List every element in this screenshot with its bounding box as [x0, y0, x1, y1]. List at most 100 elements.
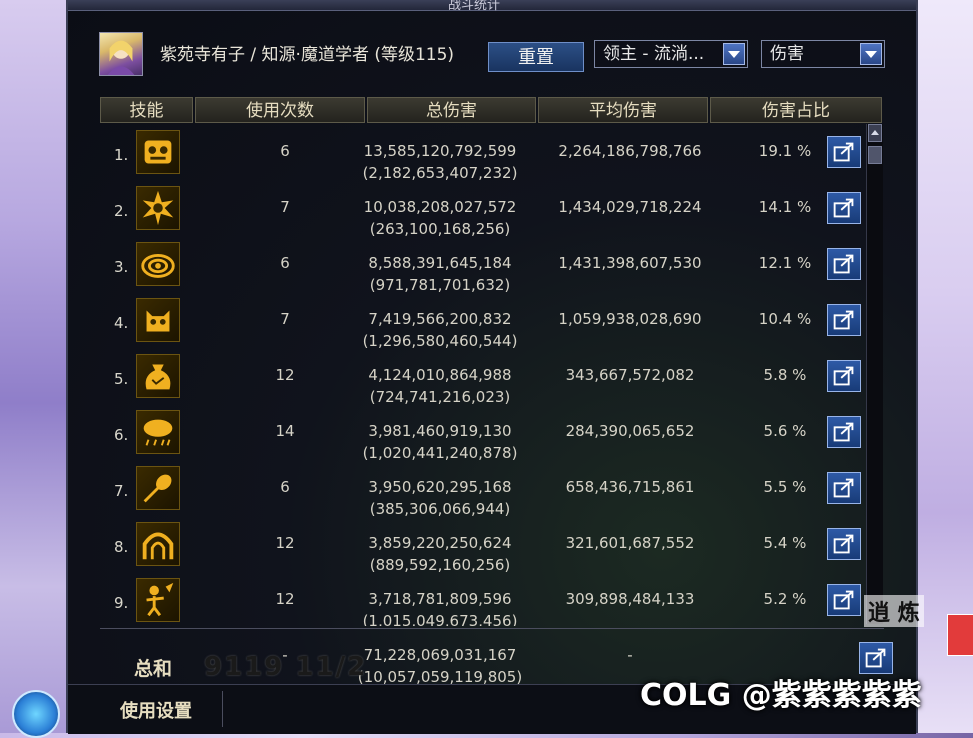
row-damage-share: 10.4 %	[758, 310, 812, 328]
row-rank: 3.	[114, 258, 129, 276]
skill-table: 1. 6 13,585,120,792,599 (2,182,653,407,2…	[100, 126, 884, 626]
header-skill[interactable]: 技能	[100, 97, 193, 123]
row-total-damage: 3,950,620,295,168 (385,306,066,944)	[330, 476, 550, 520]
row-avg-damage: 658,436,715,861	[565, 478, 695, 496]
table-row[interactable]: 6. 14 3,981,460,919,130 (1,020,441,240,8…	[100, 406, 884, 462]
share-button[interactable]	[827, 360, 861, 392]
metric-select-value: 伤害	[770, 44, 804, 64]
sack-skill-icon	[136, 354, 180, 398]
arch-skill-icon	[136, 522, 180, 566]
table-row[interactable]: 4. 7 7,419,566,200,832 (1,296,580,460,54…	[100, 294, 884, 350]
table-row[interactable]: 9. 12 3,718,781,809,596 (1,015,049,673,4…	[100, 574, 884, 626]
target-select-value: 领主 - 流淌...	[603, 44, 705, 64]
row-rank: 6.	[114, 426, 129, 444]
share-button[interactable]	[827, 136, 861, 168]
character-portrait-icon	[107, 40, 135, 75]
row-avg-damage: 321,601,687,552	[565, 534, 695, 552]
scroll-thumb[interactable]	[868, 146, 882, 164]
row-avg-damage: 343,667,572,082	[565, 366, 695, 384]
header-damage-share[interactable]: 伤害占比	[710, 97, 882, 123]
chevron-down-icon[interactable]	[723, 43, 745, 65]
row-damage-share: 5.6 %	[763, 422, 807, 440]
row-rank: 4.	[114, 314, 129, 332]
share-icon	[833, 478, 854, 498]
total-sub-value: (889,592,160,256)	[369, 556, 511, 574]
share-button[interactable]	[827, 528, 861, 560]
vortex-skill-icon	[136, 242, 180, 286]
share-button[interactable]	[827, 192, 861, 224]
total-value: 8,588,391,645,184	[368, 254, 512, 272]
metric-select[interactable]: 伤害	[761, 40, 885, 68]
total-value: 3,981,460,919,130	[368, 422, 512, 440]
header-uses[interactable]: 使用次数	[195, 97, 365, 123]
robot-skill-icon	[136, 130, 180, 174]
share-icon	[833, 254, 854, 274]
table-row[interactable]: 5. 12 4,124,010,864,988 (724,741,216,023…	[100, 350, 884, 406]
row-rank: 2.	[114, 202, 129, 220]
share-button[interactable]	[827, 248, 861, 280]
share-icon	[833, 422, 854, 442]
row-damage-share: 5.4 %	[763, 534, 807, 552]
footer-divider	[222, 691, 223, 727]
skill-orb-icon[interactable]	[12, 690, 60, 738]
total-sub-value: (1,015,049,673,456)	[362, 612, 518, 626]
header-avg-damage[interactable]: 平均伤害	[538, 97, 708, 123]
total-sub-value: (2,182,653,407,232)	[362, 164, 518, 182]
row-total-damage: 3,718,781,809,596 (1,015,049,673,456)	[330, 588, 550, 626]
cloud-skill-icon	[136, 410, 180, 454]
share-icon	[833, 310, 854, 330]
cat-skill-icon	[136, 298, 180, 342]
row-rank: 7.	[114, 482, 129, 500]
burst-skill-icon	[136, 186, 180, 230]
total-value: 3,950,620,295,168	[368, 478, 512, 496]
row-total-damage: 7,419,566,200,832 (1,296,580,460,544)	[330, 308, 550, 352]
total-value: 4,124,010,864,988	[368, 366, 512, 384]
row-rank: 8.	[114, 538, 129, 556]
table-header: 技能 使用次数 总伤害 平均伤害 伤害占比	[100, 97, 884, 123]
row-avg-damage: 1,434,029,718,224	[558, 198, 702, 216]
scroll-up-arrow-icon[interactable]	[868, 124, 882, 142]
row-avg-damage: 1,431,398,607,530	[558, 254, 702, 272]
usage-settings-button[interactable]: 使用设置	[120, 697, 192, 723]
share-button[interactable]	[827, 304, 861, 336]
total-value: 3,859,220,250,624	[368, 534, 512, 552]
total-value: 7,419,566,200,832	[368, 310, 512, 328]
window-title: 战斗统计	[448, 0, 501, 13]
share-button[interactable]	[827, 472, 861, 504]
row-damage-share: 5.2 %	[763, 590, 807, 608]
notification-badge[interactable]	[947, 614, 973, 656]
row-damage-share: 14.1 %	[758, 198, 812, 216]
watermark: COLG @紫紫紫紫紫	[640, 678, 922, 713]
table-row[interactable]: 8. 12 3,859,220,250,624 (889,592,160,256…	[100, 518, 884, 574]
total-sub-value: (971,781,701,632)	[369, 276, 511, 294]
background-left	[0, 0, 70, 733]
row-damage-share: 12.1 %	[758, 254, 812, 272]
row-avg-damage: 284,390,065,652	[565, 422, 695, 440]
total-sub-value: (263,100,168,256)	[369, 220, 511, 238]
share-icon	[833, 534, 854, 554]
share-icon	[833, 142, 854, 162]
total-avg: -	[627, 646, 633, 664]
table-row[interactable]: 7. 6 3,950,620,295,168 (385,306,066,944)…	[100, 462, 884, 518]
table-row[interactable]: 3. 6 8,588,391,645,184 (971,781,701,632)…	[100, 238, 884, 294]
character-name: 紫苑寺有子 / 知源·魔道学者 (等级115)	[160, 45, 455, 65]
total-value: 13,585,120,792,599	[363, 142, 517, 160]
reset-button[interactable]: 重置	[488, 42, 584, 72]
side-overlay-text: 逍 炼	[864, 595, 924, 627]
row-total-damage: 8,588,391,645,184 (971,781,701,632)	[330, 252, 550, 296]
table-row[interactable]: 1. 6 13,585,120,792,599 (2,182,653,407,2…	[100, 126, 884, 182]
row-total-damage: 3,859,220,250,624 (889,592,160,256)	[330, 532, 550, 576]
total-sub-value: (1,020,441,240,878)	[362, 444, 518, 462]
header-total-damage[interactable]: 总伤害	[367, 97, 536, 123]
target-select[interactable]: 领主 - 流淌...	[594, 40, 748, 68]
share-button[interactable]	[827, 584, 861, 616]
window-titlebar[interactable]: 战斗统计	[68, 0, 916, 13]
figure-skill-icon	[136, 578, 180, 622]
chevron-down-icon[interactable]	[860, 43, 882, 65]
total-sub-value: (724,741,216,023)	[369, 388, 511, 406]
share-button[interactable]	[827, 416, 861, 448]
row-damage-share: 5.5 %	[763, 478, 807, 496]
table-scrollbar[interactable]	[866, 124, 883, 624]
table-row[interactable]: 2. 7 10,038,208,027,572 (263,100,168,256…	[100, 182, 884, 238]
overlay-time-text: 9119 11/2	[204, 652, 368, 682]
